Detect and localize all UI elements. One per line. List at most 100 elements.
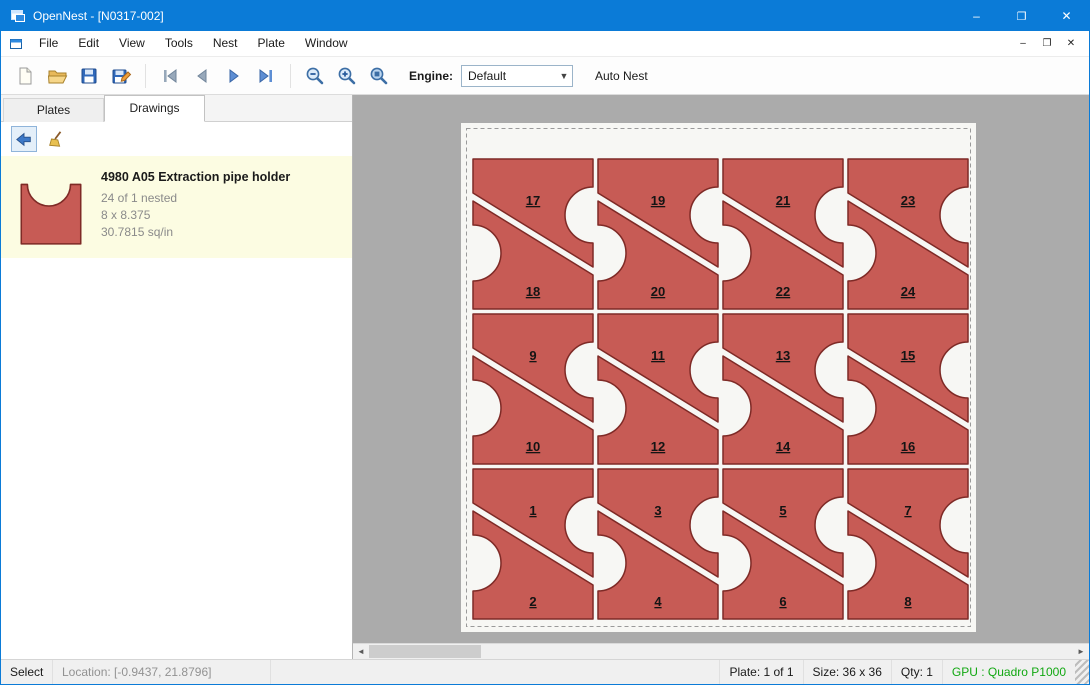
part-number-label: 17 <box>526 193 540 208</box>
part-number-label: 4 <box>654 594 662 609</box>
drawing-list-item[interactable]: 4980 A05 Extraction pipe holder 24 of 1 … <box>1 156 352 258</box>
maximize-icon[interactable]: ❐ <box>999 1 1044 31</box>
save-button[interactable] <box>73 61 105 91</box>
app-icon <box>10 8 26 24</box>
save-as-button[interactable] <box>105 61 137 91</box>
toolbar-separator <box>290 64 291 88</box>
menu-nest[interactable]: Nest <box>203 31 248 56</box>
part-number-label: 18 <box>526 284 540 299</box>
status-mode: Select <box>1 660 53 684</box>
menu-plate[interactable]: Plate <box>248 31 295 56</box>
tab-drawings[interactable]: Drawings <box>104 95 205 122</box>
status-bar: Select Location: [-0.9437, 21.8796] Plat… <box>1 659 1089 684</box>
part-number-label: 15 <box>901 348 915 363</box>
close-icon[interactable]: ✕ <box>1044 1 1089 31</box>
drawing-list: 4980 A05 Extraction pipe holder 24 of 1 … <box>1 156 352 659</box>
zoom-fit-icon <box>369 66 389 86</box>
part-number-label: 23 <box>901 193 915 208</box>
title-bar: OpenNest - [N0317-002] – ❐ ✕ <box>1 1 1089 31</box>
part-number-label: 22 <box>776 284 790 299</box>
drawing-area: 30.7815 sq/in <box>101 224 290 241</box>
mdi-child-icon <box>9 37 23 51</box>
engine-label: Engine: <box>409 69 453 83</box>
zoom-fit-button[interactable] <box>363 61 395 91</box>
save-icon <box>79 66 99 86</box>
return-part-button[interactable] <box>11 126 37 152</box>
new-file-button[interactable] <box>9 61 41 91</box>
zoom-in-button[interactable] <box>331 61 363 91</box>
part-number-label: 3 <box>654 503 661 518</box>
menu-window[interactable]: Window <box>295 31 358 56</box>
part-number-label: 11 <box>651 348 665 363</box>
part-number-label: 5 <box>779 503 786 518</box>
engine-value: Default <box>462 69 556 83</box>
arrow-left-icon <box>15 130 33 148</box>
window-title: OpenNest - [N0317-002] <box>33 9 164 23</box>
status-qty: Qty: 1 <box>891 660 942 684</box>
part-number-label: 2 <box>529 594 536 609</box>
nest-plate-canvas[interactable]: 17 18 19 20 21 22 23 24 9 10 <box>461 123 976 632</box>
engine-select[interactable]: Default ▼ <box>461 65 573 87</box>
broom-icon <box>47 130 65 148</box>
menu-tools[interactable]: Tools <box>155 31 203 56</box>
minimize-icon[interactable]: – <box>954 1 999 31</box>
part-number-label: 1 <box>529 503 536 518</box>
tab-plates[interactable]: Plates <box>3 98 104 122</box>
part-number-label: 6 <box>779 594 786 609</box>
scrollbar-thumb[interactable] <box>369 645 481 658</box>
part-number-label: 9 <box>529 348 536 363</box>
menu-bar: File Edit View Tools Nest Plate Window –… <box>1 31 1089 57</box>
first-plate-icon <box>160 67 180 85</box>
clear-button[interactable] <box>43 126 69 152</box>
drawing-size: 8 x 8.375 <box>101 207 290 224</box>
part-number-label: 24 <box>901 284 916 299</box>
nest-canvas[interactable]: 17 18 19 20 21 22 23 24 9 10 <box>353 95 1089 659</box>
last-plate-button[interactable] <box>250 61 282 91</box>
drawing-nested-count: 24 of 1 nested <box>101 190 290 207</box>
previous-plate-button[interactable] <box>186 61 218 91</box>
resize-grip[interactable] <box>1075 660 1089 684</box>
part-number-label: 14 <box>776 439 791 454</box>
part-number-label: 12 <box>651 439 665 454</box>
sidebar: Plates Drawings <box>1 95 353 659</box>
previous-plate-icon <box>192 67 212 85</box>
toolbar-separator <box>145 64 146 88</box>
part-number-label: 21 <box>776 193 790 208</box>
chevron-down-icon: ▼ <box>556 71 572 81</box>
open-file-button[interactable] <box>41 61 73 91</box>
menu-file[interactable]: File <box>29 31 68 56</box>
auto-nest-button[interactable]: Auto Nest <box>595 69 648 83</box>
next-plate-button[interactable] <box>218 61 250 91</box>
part-number-label: 16 <box>901 439 915 454</box>
save-as-icon <box>111 66 132 86</box>
part-number-label: 13 <box>776 348 790 363</box>
first-plate-button[interactable] <box>154 61 186 91</box>
status-plate: Plate: 1 of 1 <box>719 660 802 684</box>
scroll-right-icon[interactable]: ► <box>1073 644 1089 659</box>
scroll-left-icon[interactable]: ◄ <box>353 644 369 659</box>
part-number-label: 10 <box>526 439 540 454</box>
status-size: Size: 36 x 36 <box>803 660 891 684</box>
sidebar-tabs: Plates Drawings <box>1 95 352 122</box>
drawings-toolbar <box>1 122 352 156</box>
part-number-label: 19 <box>651 193 665 208</box>
status-location: Location: [-0.9437, 21.8796] <box>53 660 271 684</box>
horizontal-scrollbar[interactable]: ◄ ► <box>353 643 1089 659</box>
part-number-label: 8 <box>904 594 911 609</box>
menu-edit[interactable]: Edit <box>68 31 109 56</box>
plate[interactable]: 17 18 19 20 21 22 23 24 9 10 <box>461 123 976 632</box>
mdi-close-icon[interactable]: ✕ <box>1059 33 1083 55</box>
menu-view[interactable]: View <box>109 31 155 56</box>
next-plate-icon <box>224 67 244 85</box>
app-window: OpenNest - [N0317-002] – ❐ ✕ File Edit V… <box>0 0 1090 685</box>
status-gpu: GPU : Quadro P1000 <box>942 660 1075 684</box>
zoom-out-icon <box>305 66 325 86</box>
drawing-title: 4980 A05 Extraction pipe holder <box>101 170 290 184</box>
mdi-minimize-icon[interactable]: – <box>1011 33 1035 55</box>
zoom-out-button[interactable] <box>299 61 331 91</box>
part-number-label: 7 <box>904 503 911 518</box>
main-toolbar: Engine: Default ▼ Auto Nest <box>1 57 1089 95</box>
mdi-restore-icon[interactable]: ❐ <box>1035 33 1059 55</box>
new-file-icon <box>15 66 35 86</box>
content-area: Plates Drawings <box>1 95 1089 659</box>
